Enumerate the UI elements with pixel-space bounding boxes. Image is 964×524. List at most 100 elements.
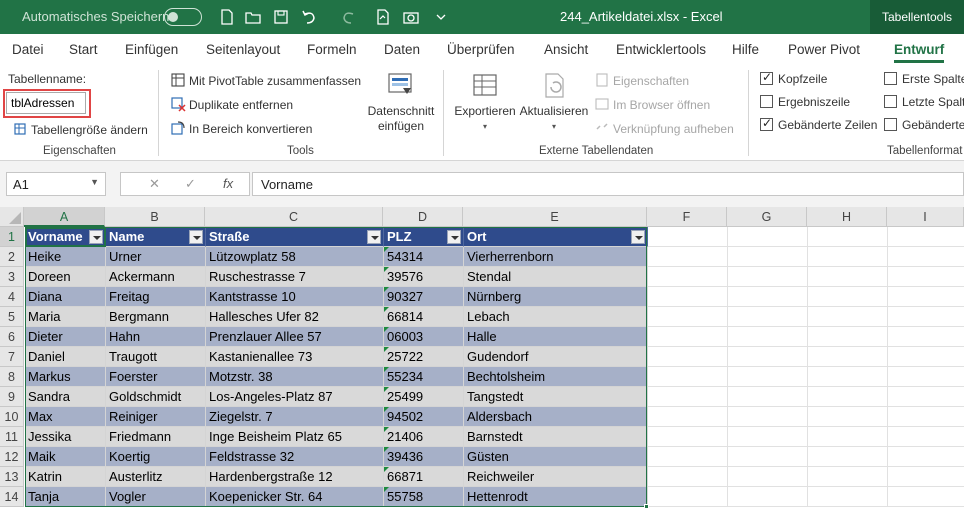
- tab-ueberpruefen[interactable]: Überprüfen: [447, 42, 515, 57]
- empty-cell[interactable]: [888, 427, 964, 447]
- table-cell[interactable]: Reiniger: [106, 407, 206, 427]
- empty-cell[interactable]: [648, 247, 728, 267]
- customize-qat-icon[interactable]: [432, 8, 450, 26]
- empty-cell[interactable]: [728, 247, 808, 267]
- table-cell[interactable]: Maria: [25, 307, 106, 327]
- table-cell[interactable]: Katrin: [25, 467, 106, 487]
- table-cell[interactable]: Ruschestrasse 7: [206, 267, 384, 287]
- name-box-dropdown-icon[interactable]: ▼: [90, 177, 99, 187]
- filter-dropdown-icon[interactable]: [189, 230, 203, 244]
- table-cell[interactable]: Kantstrasse 10: [206, 287, 384, 307]
- table-cell[interactable]: 94502: [384, 407, 464, 427]
- row-header-4[interactable]: 4: [0, 287, 24, 307]
- empty-cell[interactable]: [808, 347, 888, 367]
- empty-cell[interactable]: [728, 387, 808, 407]
- tab-datei[interactable]: Datei: [12, 42, 44, 57]
- table-cell[interactable]: Stendal: [464, 267, 648, 287]
- row-header-10[interactable]: 10: [0, 407, 24, 427]
- empty-cell[interactable]: [888, 287, 964, 307]
- table-cell[interactable]: Ackermann: [106, 267, 206, 287]
- table-cell[interactable]: Koertig: [106, 447, 206, 467]
- empty-cell[interactable]: [648, 347, 728, 367]
- empty-cell[interactable]: [728, 427, 808, 447]
- table-cell[interactable]: 90327: [384, 287, 464, 307]
- empty-cell[interactable]: [808, 267, 888, 287]
- empty-cell[interactable]: [648, 387, 728, 407]
- empty-cell[interactable]: [888, 227, 964, 247]
- empty-cell[interactable]: [728, 487, 808, 507]
- refresh-button[interactable]: Aktualisieren ▾: [518, 70, 590, 134]
- empty-cell[interactable]: [648, 487, 728, 507]
- table-cell[interactable]: Tanja: [25, 487, 106, 507]
- empty-cell[interactable]: [728, 407, 808, 427]
- table-resize-handle[interactable]: [644, 504, 649, 509]
- tab-entwurf[interactable]: Entwurf: [894, 42, 945, 63]
- row-header-13[interactable]: 13: [0, 467, 24, 487]
- empty-cell[interactable]: [648, 367, 728, 387]
- table-header-cell[interactable]: Vorname: [25, 227, 106, 247]
- row-header-14[interactable]: 14: [0, 487, 24, 507]
- table-cell[interactable]: Ziegelstr. 7: [206, 407, 384, 427]
- last-column-checkbox[interactable]: [884, 95, 897, 108]
- empty-cell[interactable]: [728, 287, 808, 307]
- table-cell[interactable]: Heike: [25, 247, 106, 267]
- remove-duplicates-button[interactable]: Duplikate entfernen: [170, 96, 293, 112]
- table-header-cell[interactable]: Name: [106, 227, 206, 247]
- tab-einfuegen[interactable]: Einfügen: [125, 42, 178, 57]
- table-cell[interactable]: Halle: [464, 327, 648, 347]
- table-cell[interactable]: Hardenbergstraße 12: [206, 467, 384, 487]
- row-header-7[interactable]: 7: [0, 347, 24, 367]
- column-header-i[interactable]: I: [887, 207, 964, 227]
- properties-button[interactable]: Eigenschaften: [594, 72, 689, 88]
- table-cell[interactable]: Inge Beisheim Platz 65: [206, 427, 384, 447]
- table-cell[interactable]: Dieter: [25, 327, 106, 347]
- insert-function-icon[interactable]: fx: [223, 176, 233, 191]
- table-cell[interactable]: Hahn: [106, 327, 206, 347]
- table-cell[interactable]: Maik: [25, 447, 106, 467]
- row-header-11[interactable]: 11: [0, 427, 24, 447]
- empty-cell[interactable]: [888, 387, 964, 407]
- table-cell[interactable]: 54314: [384, 247, 464, 267]
- empty-cell[interactable]: [808, 487, 888, 507]
- table-cell[interactable]: Hallesches Ufer 82: [206, 307, 384, 327]
- empty-cell[interactable]: [728, 327, 808, 347]
- table-cell[interactable]: 55234: [384, 367, 464, 387]
- filter-dropdown-icon[interactable]: [367, 230, 381, 244]
- empty-cell[interactable]: [888, 307, 964, 327]
- table-cell[interactable]: Austerlitz: [106, 467, 206, 487]
- empty-cell[interactable]: [728, 347, 808, 367]
- cancel-icon[interactable]: ✕: [149, 176, 160, 192]
- convert-to-range-button[interactable]: In Bereich konvertieren: [170, 120, 312, 136]
- column-header-f[interactable]: F: [647, 207, 727, 227]
- autosave-toggle[interactable]: [164, 8, 202, 26]
- row-header-2[interactable]: 2: [0, 247, 24, 267]
- redo-icon[interactable]: [340, 8, 358, 26]
- filter-dropdown-icon[interactable]: [447, 230, 461, 244]
- table-cell[interactable]: 39436: [384, 447, 464, 467]
- empty-cell[interactable]: [888, 267, 964, 287]
- tab-start[interactable]: Start: [69, 42, 98, 57]
- table-cell[interactable]: Vierherrenborn: [464, 247, 648, 267]
- banded-rows-checkbox[interactable]: [760, 116, 773, 131]
- table-header-cell[interactable]: Straße: [206, 227, 384, 247]
- table-cell[interactable]: Barnstedt: [464, 427, 648, 447]
- empty-cell[interactable]: [888, 487, 964, 507]
- empty-cell[interactable]: [808, 447, 888, 467]
- table-cell[interactable]: Aldersbach: [464, 407, 648, 427]
- row-header-5[interactable]: 5: [0, 307, 24, 327]
- resize-table-button[interactable]: Tabellengröße ändern: [12, 121, 148, 137]
- empty-cell[interactable]: [648, 327, 728, 347]
- empty-cell[interactable]: [888, 407, 964, 427]
- table-cell[interactable]: Gudendorf: [464, 347, 648, 367]
- table-cell[interactable]: Bechtolsheim: [464, 367, 648, 387]
- empty-cell[interactable]: [808, 427, 888, 447]
- filter-dropdown-icon[interactable]: [631, 230, 645, 244]
- first-column-checkbox[interactable]: [884, 72, 897, 85]
- empty-cell[interactable]: [728, 227, 808, 247]
- empty-cell[interactable]: [808, 287, 888, 307]
- undo-icon[interactable]: [300, 8, 318, 26]
- row-header-9[interactable]: 9: [0, 387, 24, 407]
- tab-ansicht[interactable]: Ansicht: [544, 42, 588, 57]
- header-row-checkbox[interactable]: [760, 70, 773, 85]
- empty-cell[interactable]: [648, 287, 728, 307]
